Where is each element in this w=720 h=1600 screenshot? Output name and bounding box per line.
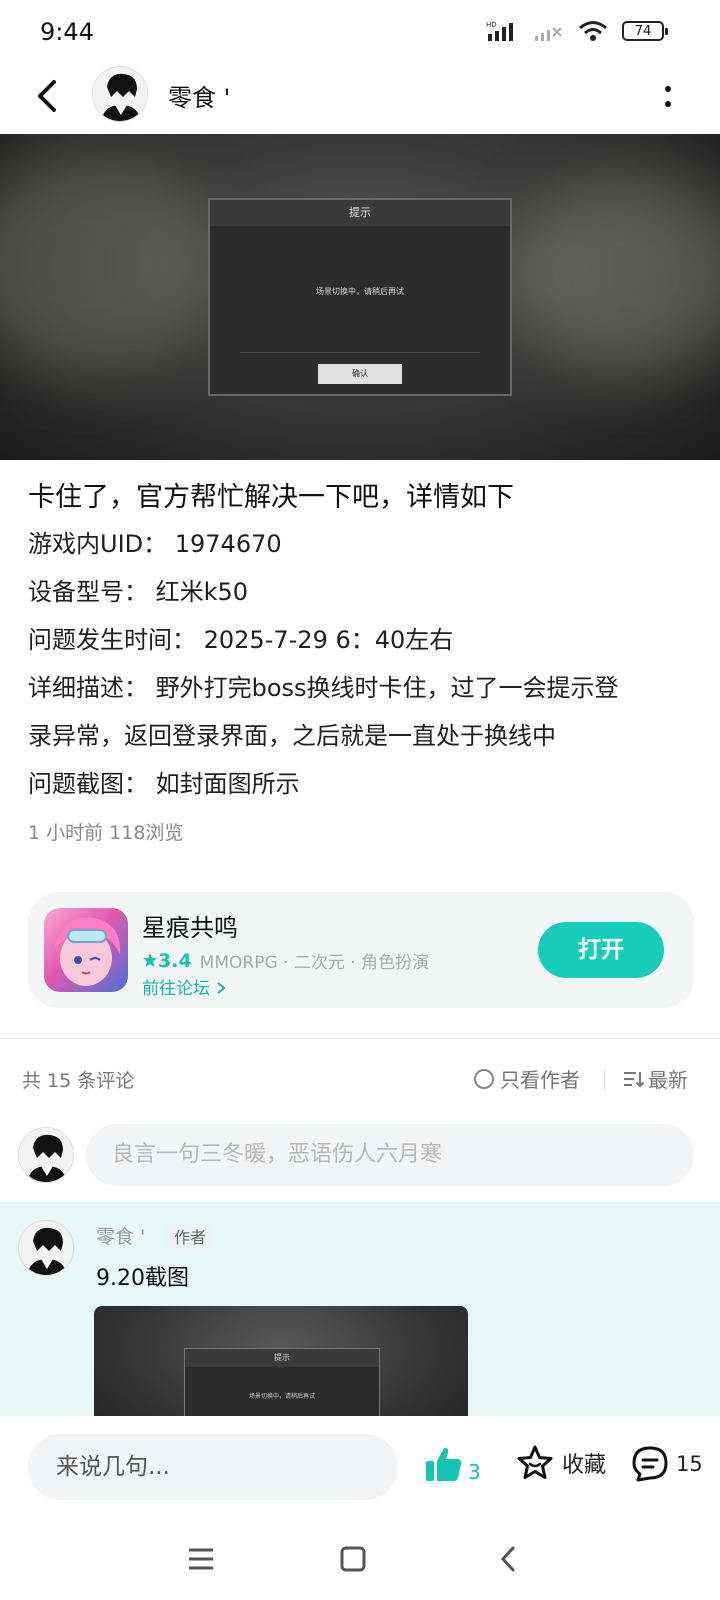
game-card[interactable]: 星痕共鸣 3.4 MMORPG · 二次元 · 角色扮演 前往论坛 打开 — [28, 892, 694, 1008]
game-rating: 3.4 — [142, 950, 192, 972]
cover-dialog-message: 场景切换中，请稍后再试 — [316, 287, 404, 296]
more-options-icon[interactable] — [662, 82, 674, 112]
author-only-toggle[interactable]: 只看作者 — [474, 1064, 580, 1093]
back-arrow-icon[interactable] — [28, 74, 68, 118]
cover-dialog-title: 提示 — [210, 200, 510, 226]
signal-icon: HD — [486, 21, 513, 41]
comment-item[interactable]: 零食 ' 作者 9.20截图 提示 场景切换中，请稍后再试 — [0, 1202, 720, 1416]
game-tags: MMORPG · 二次元 · 角色扮演 — [199, 953, 430, 973]
open-game-button[interactable]: 打开 — [538, 922, 664, 978]
star-outline-icon — [517, 1445, 553, 1479]
author-name[interactable]: 零食 ' — [168, 78, 230, 113]
cover-game-dialog: 提示 场景切换中，请稍后再试 确认 — [208, 198, 512, 396]
like-count: 3 — [468, 1460, 481, 1484]
comment-image-dialog-message: 场景切换中，请稍后再试 — [248, 1393, 315, 1400]
comment-image-dialog: 提示 场景切换中，请稍后再试 — [184, 1348, 380, 1416]
back-icon[interactable] — [494, 1544, 524, 1574]
signal-off-icon — [535, 27, 562, 41]
status-icons: HD 74 — [486, 20, 668, 42]
radio-icon — [474, 1068, 494, 1089]
comments-button[interactable]: 15 — [630, 1444, 703, 1484]
favorite-button[interactable]: 收藏 — [516, 1444, 606, 1482]
comment-count: 共 15 条评论 — [22, 1070, 135, 1092]
post-meta: 1 小时前 118浏览 — [28, 822, 184, 844]
forum-link[interactable]: 前往论坛 — [142, 974, 227, 999]
sort-icon — [624, 1071, 644, 1087]
menu-icon[interactable] — [186, 1544, 216, 1574]
wifi-icon — [579, 21, 607, 41]
post-title: 卡住了，官方帮忙解决一下吧，详情如下 — [28, 482, 514, 513]
comment-image-dialog-title: 提示 — [185, 1349, 379, 1367]
comments-header: 共 15 条评论 只看作者 最新 — [22, 1064, 694, 1096]
sort-label: 最新 — [648, 1068, 688, 1092]
svg-text:HD: HD — [486, 21, 497, 29]
comment-image[interactable]: 提示 场景切换中，请稍后再试 — [94, 1306, 468, 1416]
header-separator — [604, 1070, 605, 1090]
bottom-comment-input[interactable]: 来说几句... — [28, 1434, 398, 1500]
game-meta: 3.4 MMORPG · 二次元 · 角色扮演 — [142, 948, 429, 973]
commenter-name[interactable]: 零食 ' — [96, 1222, 145, 1249]
bottom-action-bar: 来说几句... 3 收藏 15 — [0, 1416, 720, 1522]
home-icon[interactable] — [338, 1544, 368, 1574]
like-button[interactable]: 3 — [424, 1444, 481, 1484]
favorite-label: 收藏 — [562, 1453, 607, 1478]
game-icon[interactable] — [44, 908, 128, 992]
post-line: 详细描述： 野外打完boss换线时卡住，过了一会提示登 — [28, 674, 619, 702]
game-rating-value: 3.4 — [158, 949, 192, 972]
status-bar: 9:44 HD 74 — [0, 0, 720, 64]
game-name[interactable]: 星痕共鸣 — [142, 908, 238, 943]
current-user-avatar[interactable] — [18, 1127, 74, 1183]
author-avatar[interactable] — [92, 66, 148, 122]
post-line: 录异常，返回登录界面，之后就是一直处于换线中 — [28, 722, 556, 750]
thumbs-up-icon — [426, 1447, 462, 1481]
section-divider — [0, 1038, 720, 1039]
cover-blur-left — [0, 154, 220, 374]
sort-toggle[interactable]: 最新 — [622, 1064, 688, 1093]
commenter-avatar[interactable] — [18, 1220, 74, 1276]
status-time: 9:44 — [40, 18, 94, 46]
post-line: 问题发生时间： 2025-7-29 6：40左右 — [28, 626, 454, 654]
chevron-right-icon — [217, 982, 226, 994]
battery-icon: 74 — [622, 21, 668, 41]
comment-input[interactable]: 良言一句三冬暖，恶语伤人六月寒 — [86, 1124, 694, 1186]
cover-dialog-divider — [240, 352, 480, 353]
cover-blur-right — [510, 174, 720, 374]
post-line: 问题截图： 如封面图所示 — [28, 770, 300, 798]
comments-count: 15 — [676, 1452, 703, 1476]
post-line: 设备型号： 红米k50 — [28, 578, 249, 606]
cover-image[interactable]: 提示 场景切换中，请稍后再试 确认 — [0, 134, 720, 460]
comment-text: 9.20截图 — [96, 1266, 189, 1291]
star-icon — [143, 952, 157, 967]
author-badge: 作者 — [166, 1222, 215, 1250]
cover-dialog-button: 确认 — [318, 364, 402, 384]
comment-bubble-icon — [632, 1446, 668, 1482]
author-only-label: 只看作者 — [500, 1068, 580, 1092]
post-header: 零食 ' — [0, 64, 720, 134]
post-body: 卡住了，官方帮忙解决一下吧，详情如下 游戏内UID： 1974670 设备型号：… — [28, 476, 698, 845]
system-nav-bar — [0, 1522, 720, 1600]
post-line: 游戏内UID： 1974670 — [28, 530, 282, 558]
forum-link-label: 前往论坛 — [142, 979, 210, 999]
